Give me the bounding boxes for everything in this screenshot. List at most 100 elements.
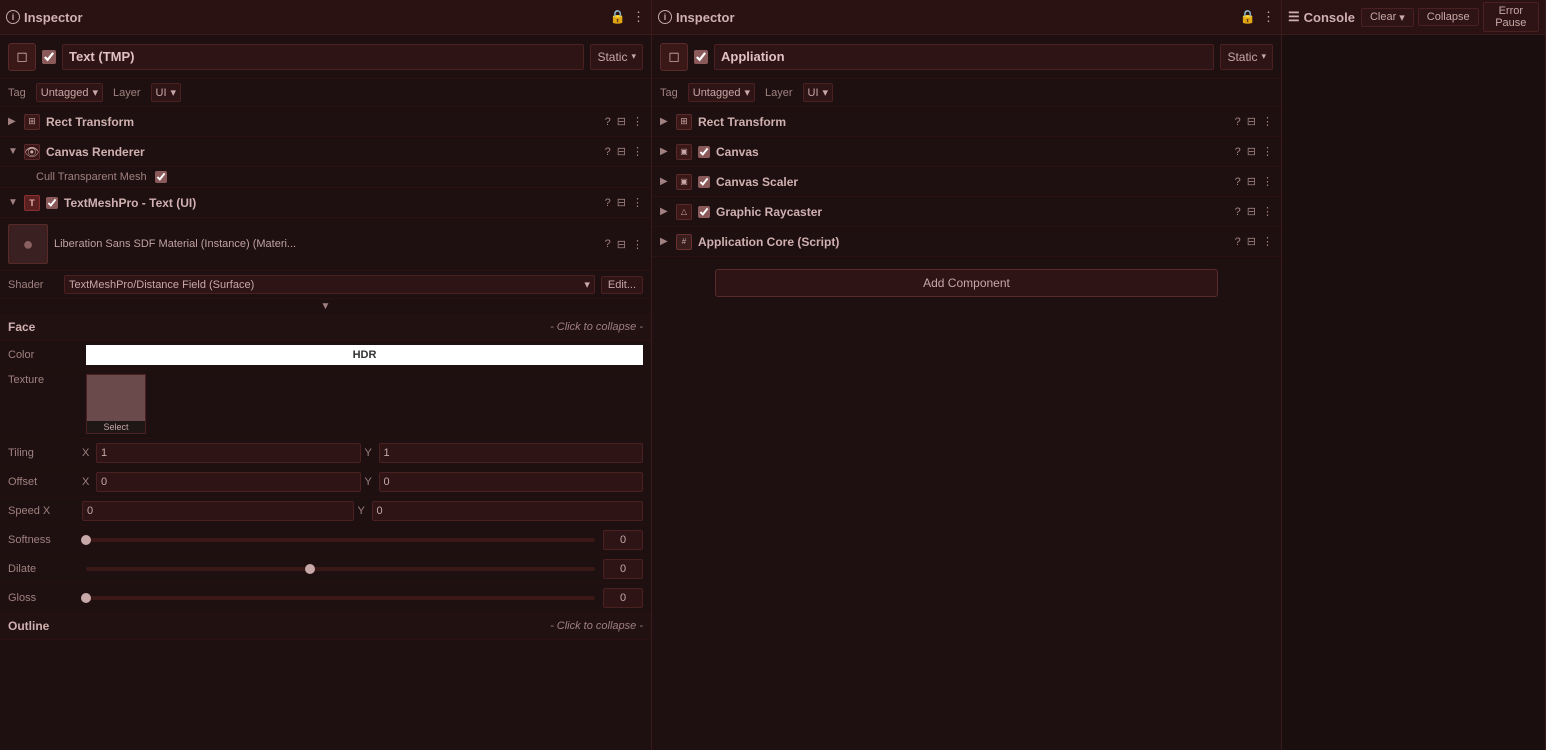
middle-app-core-dots[interactable]: ⋮ (1262, 235, 1273, 248)
shader-value: TextMeshPro/Distance Field (Surface) (69, 279, 254, 291)
rect-transform-settings-icon[interactable]: ⊟ (617, 115, 626, 128)
face-dilate-slider[interactable] (86, 567, 595, 571)
face-title: Face (8, 320, 544, 334)
shader-edit-button[interactable]: Edit... (601, 276, 643, 294)
middle-raycaster-expand[interactable]: ▶ (660, 206, 670, 217)
face-offset-label: Offset (8, 476, 78, 488)
left-tag-value: Untagged (41, 87, 89, 99)
tmp-expand[interactable]: ▼ (8, 197, 18, 208)
component-row-textmeshpro[interactable]: ▼ T TextMeshPro - Text (UI) ? ⊟ ⋮ (0, 188, 651, 218)
left-dots-icon[interactable]: ⋮ (632, 9, 645, 25)
middle-tag-select[interactable]: Untagged ▾ (688, 83, 755, 102)
middle-app-core-settings[interactable]: ⊟ (1247, 235, 1256, 248)
tmp-shader-row: Shader TextMeshPro/Distance Field (Surfa… (0, 271, 651, 299)
tmp-settings-icon[interactable]: ⊟ (617, 196, 626, 209)
component-row-canvas-renderer[interactable]: ▼ 👁 Canvas Renderer ? ⊟ ⋮ (0, 137, 651, 167)
middle-canvas-scaler-expand[interactable]: ▶ (660, 176, 670, 187)
middle-object-header: ◻ Appliation Static ▾ (652, 35, 1281, 79)
left-object-active-checkbox[interactable] (42, 50, 56, 64)
middle-canvas-help[interactable]: ? (1235, 146, 1241, 158)
middle-canvas-dots[interactable]: ⋮ (1262, 145, 1273, 158)
shader-select[interactable]: TextMeshPro/Distance Field (Surface) ▾ (64, 275, 595, 294)
tmp-material-settings-icon[interactable]: ⊟ (617, 238, 626, 251)
tmp-help-icon[interactable]: ? (605, 197, 611, 209)
add-component-button[interactable]: Add Component (715, 269, 1218, 297)
middle-object-active-checkbox[interactable] (694, 50, 708, 64)
middle-static-button[interactable]: Static ▾ (1220, 44, 1273, 70)
face-tiling-y-input[interactable]: 1 (379, 443, 644, 463)
middle-rect-dots[interactable]: ⋮ (1262, 115, 1273, 128)
tmp-checkbox[interactable] (46, 197, 58, 209)
clear-button[interactable]: Clear ▾ (1361, 8, 1414, 27)
tmp-material-help-icon[interactable]: ? (605, 238, 611, 250)
middle-component-app-core[interactable]: ▶ # Application Core (Script) ? ⊟ ⋮ (652, 227, 1281, 257)
face-offset-y-input[interactable]: 0 (379, 472, 644, 492)
left-object-name-input[interactable]: Text (TMP) (62, 44, 584, 70)
canvas-renderer-dots-icon[interactable]: ⋮ (632, 145, 643, 158)
collapse-button[interactable]: Collapse (1418, 8, 1479, 26)
face-offset-x-input[interactable]: 0 (96, 472, 361, 492)
error-pause-button[interactable]: Error Pause (1483, 2, 1539, 32)
face-texture-preview[interactable]: Select (86, 374, 146, 434)
component-row-rect-transform[interactable]: ▶ ⊞ Rect Transform ? ⊟ ⋮ (0, 107, 651, 137)
middle-component-canvas-scaler[interactable]: ▶ ▣ Canvas Scaler ? ⊟ ⋮ (652, 167, 1281, 197)
clear-dropdown-arrow[interactable]: ▾ (1399, 11, 1405, 24)
middle-dots-icon[interactable]: ⋮ (1262, 9, 1275, 25)
middle-component-rect-transform[interactable]: ▶ ⊞ Rect Transform ? ⊟ ⋮ (652, 107, 1281, 137)
canvas-renderer-settings-icon[interactable]: ⊟ (617, 145, 626, 158)
middle-canvas-scaler-dots[interactable]: ⋮ (1262, 175, 1273, 188)
face-speed-x-input[interactable]: 0 (82, 501, 354, 521)
console-tab: ☰ Console (1288, 9, 1355, 25)
middle-raycaster-help[interactable]: ? (1235, 206, 1241, 218)
middle-tag-value: Untagged (693, 87, 741, 99)
face-collapse-text[interactable]: - Click to collapse - (550, 321, 643, 333)
middle-canvas-checkbox[interactable] (698, 146, 710, 158)
middle-layer-select[interactable]: UI ▾ (803, 83, 834, 102)
middle-canvas-scaler-checkbox[interactable] (698, 176, 710, 188)
canvas-renderer-expand[interactable]: ▼ (8, 146, 18, 157)
tmp-dots-icon[interactable]: ⋮ (632, 196, 643, 209)
middle-rect-expand[interactable]: ▶ (660, 116, 670, 127)
middle-raycaster-settings[interactable]: ⊟ (1247, 205, 1256, 218)
left-layer-select[interactable]: UI ▾ (151, 83, 182, 102)
middle-canvas-expand[interactable]: ▶ (660, 146, 670, 157)
face-softness-slider[interactable] (86, 538, 595, 542)
canvas-renderer-name: Canvas Renderer (46, 145, 599, 159)
canvas-renderer-help-icon[interactable]: ? (605, 146, 611, 158)
middle-component-graphic-raycaster[interactable]: ▶ △ Graphic Raycaster ? ⊟ ⋮ (652, 197, 1281, 227)
middle-canvas-scaler-help[interactable]: ? (1235, 176, 1241, 188)
face-gloss-slider[interactable] (86, 596, 595, 600)
middle-raycaster-checkbox[interactable] (698, 206, 710, 218)
cull-checkbox[interactable] (155, 171, 167, 183)
rect-transform-expand[interactable]: ▶ (8, 116, 18, 127)
middle-tag-label: Tag (660, 87, 678, 99)
middle-panel-title: Inspector (676, 10, 735, 25)
face-tiling-x-input[interactable]: 1 (96, 443, 361, 463)
left-lock-icon[interactable]: 🔒 (610, 9, 626, 25)
shader-arrow: ▾ (584, 278, 590, 291)
face-color-hdr[interactable]: HDR (86, 345, 643, 365)
outline-collapse-text[interactable]: - Click to collapse - (550, 620, 643, 632)
middle-rect-help[interactable]: ? (1235, 116, 1241, 128)
middle-app-core-expand[interactable]: ▶ (660, 236, 670, 247)
middle-canvas-settings[interactable]: ⊟ (1247, 145, 1256, 158)
middle-canvas-scaler-settings[interactable]: ⊟ (1247, 175, 1256, 188)
rect-transform-dots-icon[interactable]: ⋮ (632, 115, 643, 128)
face-color-field[interactable]: HDR (86, 345, 643, 365)
middle-app-core-help[interactable]: ? (1235, 236, 1241, 248)
middle-rect-settings[interactable]: ⊟ (1247, 115, 1256, 128)
middle-component-canvas[interactable]: ▶ ▣ Canvas ? ⊟ ⋮ (652, 137, 1281, 167)
face-speed-y-input[interactable]: 0 (372, 501, 644, 521)
middle-panel-title-group: i Inspector (658, 10, 1234, 25)
left-tag-select[interactable]: Untagged ▾ (36, 83, 103, 102)
left-static-button[interactable]: Static ▾ (590, 44, 643, 70)
middle-lock-icon[interactable]: 🔒 (1240, 9, 1256, 25)
face-gloss-thumb (81, 593, 91, 603)
console-header: ☰ Console Clear ▾ Collapse Error Pause (1282, 0, 1545, 35)
shader-label: Shader (8, 279, 58, 291)
rect-transform-help-icon[interactable]: ? (605, 116, 611, 128)
middle-raycaster-dots[interactable]: ⋮ (1262, 205, 1273, 218)
tmp-material-dots-icon[interactable]: ⋮ (632, 238, 643, 251)
tmp-bottom-arrow[interactable]: ▼ (0, 299, 651, 314)
middle-object-name-input[interactable]: Appliation (714, 44, 1214, 70)
